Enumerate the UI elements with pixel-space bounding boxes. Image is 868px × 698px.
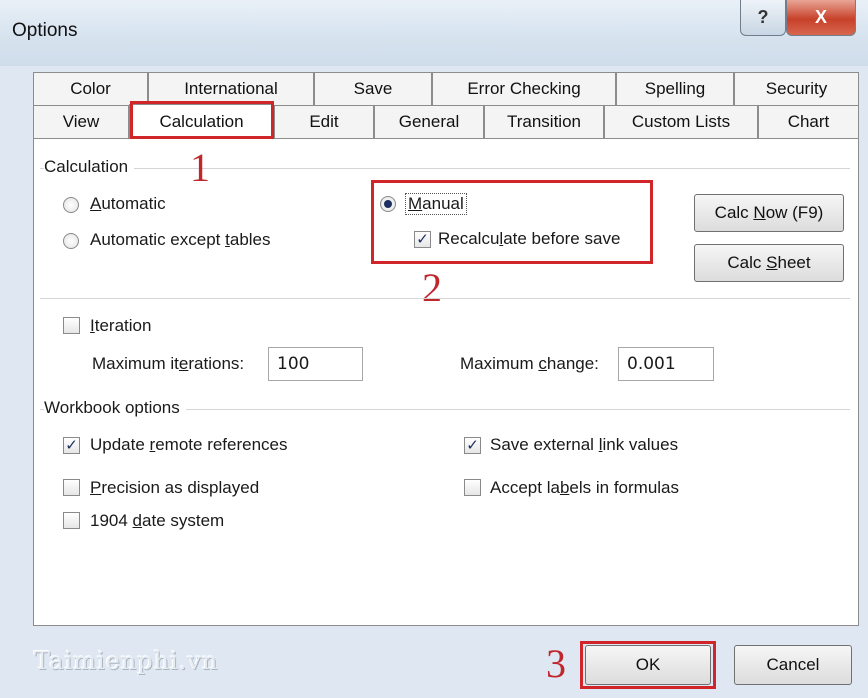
tab-label: Security	[765, 79, 828, 98]
precision-checkbox[interactable]	[63, 479, 80, 496]
tab-save[interactable]: Save	[314, 72, 432, 105]
step-2-label: 2	[422, 265, 442, 310]
iteration-label: Iteration	[90, 316, 152, 335]
separator-line	[40, 298, 850, 299]
title-bar	[0, 0, 868, 66]
tab-label: Spelling	[644, 79, 706, 98]
date-1904-label: 1904 date system	[90, 511, 225, 530]
tab-label: Chart	[787, 112, 830, 131]
tab-label: International	[184, 79, 278, 98]
accept-labels-label: Accept labels in formulas	[490, 478, 680, 497]
window-title: Options	[12, 20, 78, 41]
tab-label: Error Checking	[467, 79, 581, 98]
step-3-label: 3	[546, 641, 566, 686]
iteration-checkbox[interactable]	[63, 317, 80, 334]
tab-edit[interactable]: Edit	[274, 105, 374, 138]
annotation-box-ok	[580, 641, 716, 689]
update-remote-checkbox[interactable]: ✓	[63, 437, 80, 454]
tab-general[interactable]: General	[374, 105, 484, 138]
tab-label: Custom Lists	[631, 112, 731, 131]
calculation-group-line	[40, 168, 850, 169]
annotation-box-tab	[130, 101, 274, 139]
calc-now-label: Calc Now (F9)	[714, 203, 824, 222]
tab-label: View	[62, 112, 100, 131]
close-icon: X	[814, 7, 827, 27]
close-button[interactable]: X	[786, 0, 856, 36]
calculation-group-label: Calculation	[44, 157, 135, 177]
calc-sheet-label: Calc Sheet	[727, 253, 811, 272]
automatic-label: Automatic	[90, 194, 166, 213]
max-iterations-input[interactable]: 100	[268, 347, 363, 381]
calc-sheet-button[interactable]: Calc Sheet	[694, 244, 844, 282]
automatic-except-tables-radio[interactable]	[63, 233, 79, 249]
tab-label: Edit	[309, 112, 339, 131]
precision-label: Precision as displayed	[90, 478, 260, 497]
tab-label: General	[398, 112, 460, 131]
save-external-label: Save external link values	[490, 435, 679, 454]
calc-now-button[interactable]: Calc Now (F9)	[694, 194, 844, 232]
tab-transition[interactable]: Transition	[484, 105, 604, 138]
automatic-except-tables-label: Automatic except tables	[90, 230, 271, 249]
watermark-logo: Taimienphi.vn	[34, 647, 219, 675]
step-1-label: 1	[190, 145, 210, 190]
tab-view[interactable]: View	[33, 105, 129, 138]
cancel-label: Cancel	[766, 655, 820, 674]
tab-error-checking[interactable]: Error Checking	[432, 72, 616, 105]
max-change-label: Maximum change:	[460, 354, 599, 373]
date-1904-checkbox[interactable]	[63, 512, 80, 529]
automatic-radio[interactable]	[63, 197, 79, 213]
tab-spelling[interactable]: Spelling	[616, 72, 734, 105]
tab-label: Save	[353, 79, 393, 98]
tab-label: Transition	[506, 112, 581, 131]
update-remote-label: Update remote references	[90, 435, 288, 454]
save-external-checkbox[interactable]: ✓	[464, 437, 481, 454]
tab-label: Color	[70, 79, 111, 98]
help-button[interactable]: ?	[740, 0, 786, 36]
cancel-button[interactable]: Cancel	[734, 645, 852, 685]
max-iterations-label: Maximum iterations:	[92, 354, 245, 373]
workbook-group-label: Workbook options	[44, 398, 186, 418]
tab-security[interactable]: Security	[734, 72, 859, 105]
accept-labels-checkbox[interactable]	[464, 479, 481, 496]
tab-chart[interactable]: Chart	[758, 105, 859, 138]
max-change-input[interactable]: 0.001	[618, 347, 714, 381]
help-icon: ?	[757, 7, 769, 27]
tab-custom-lists[interactable]: Custom Lists	[604, 105, 758, 138]
annotation-box-manual	[371, 180, 653, 264]
